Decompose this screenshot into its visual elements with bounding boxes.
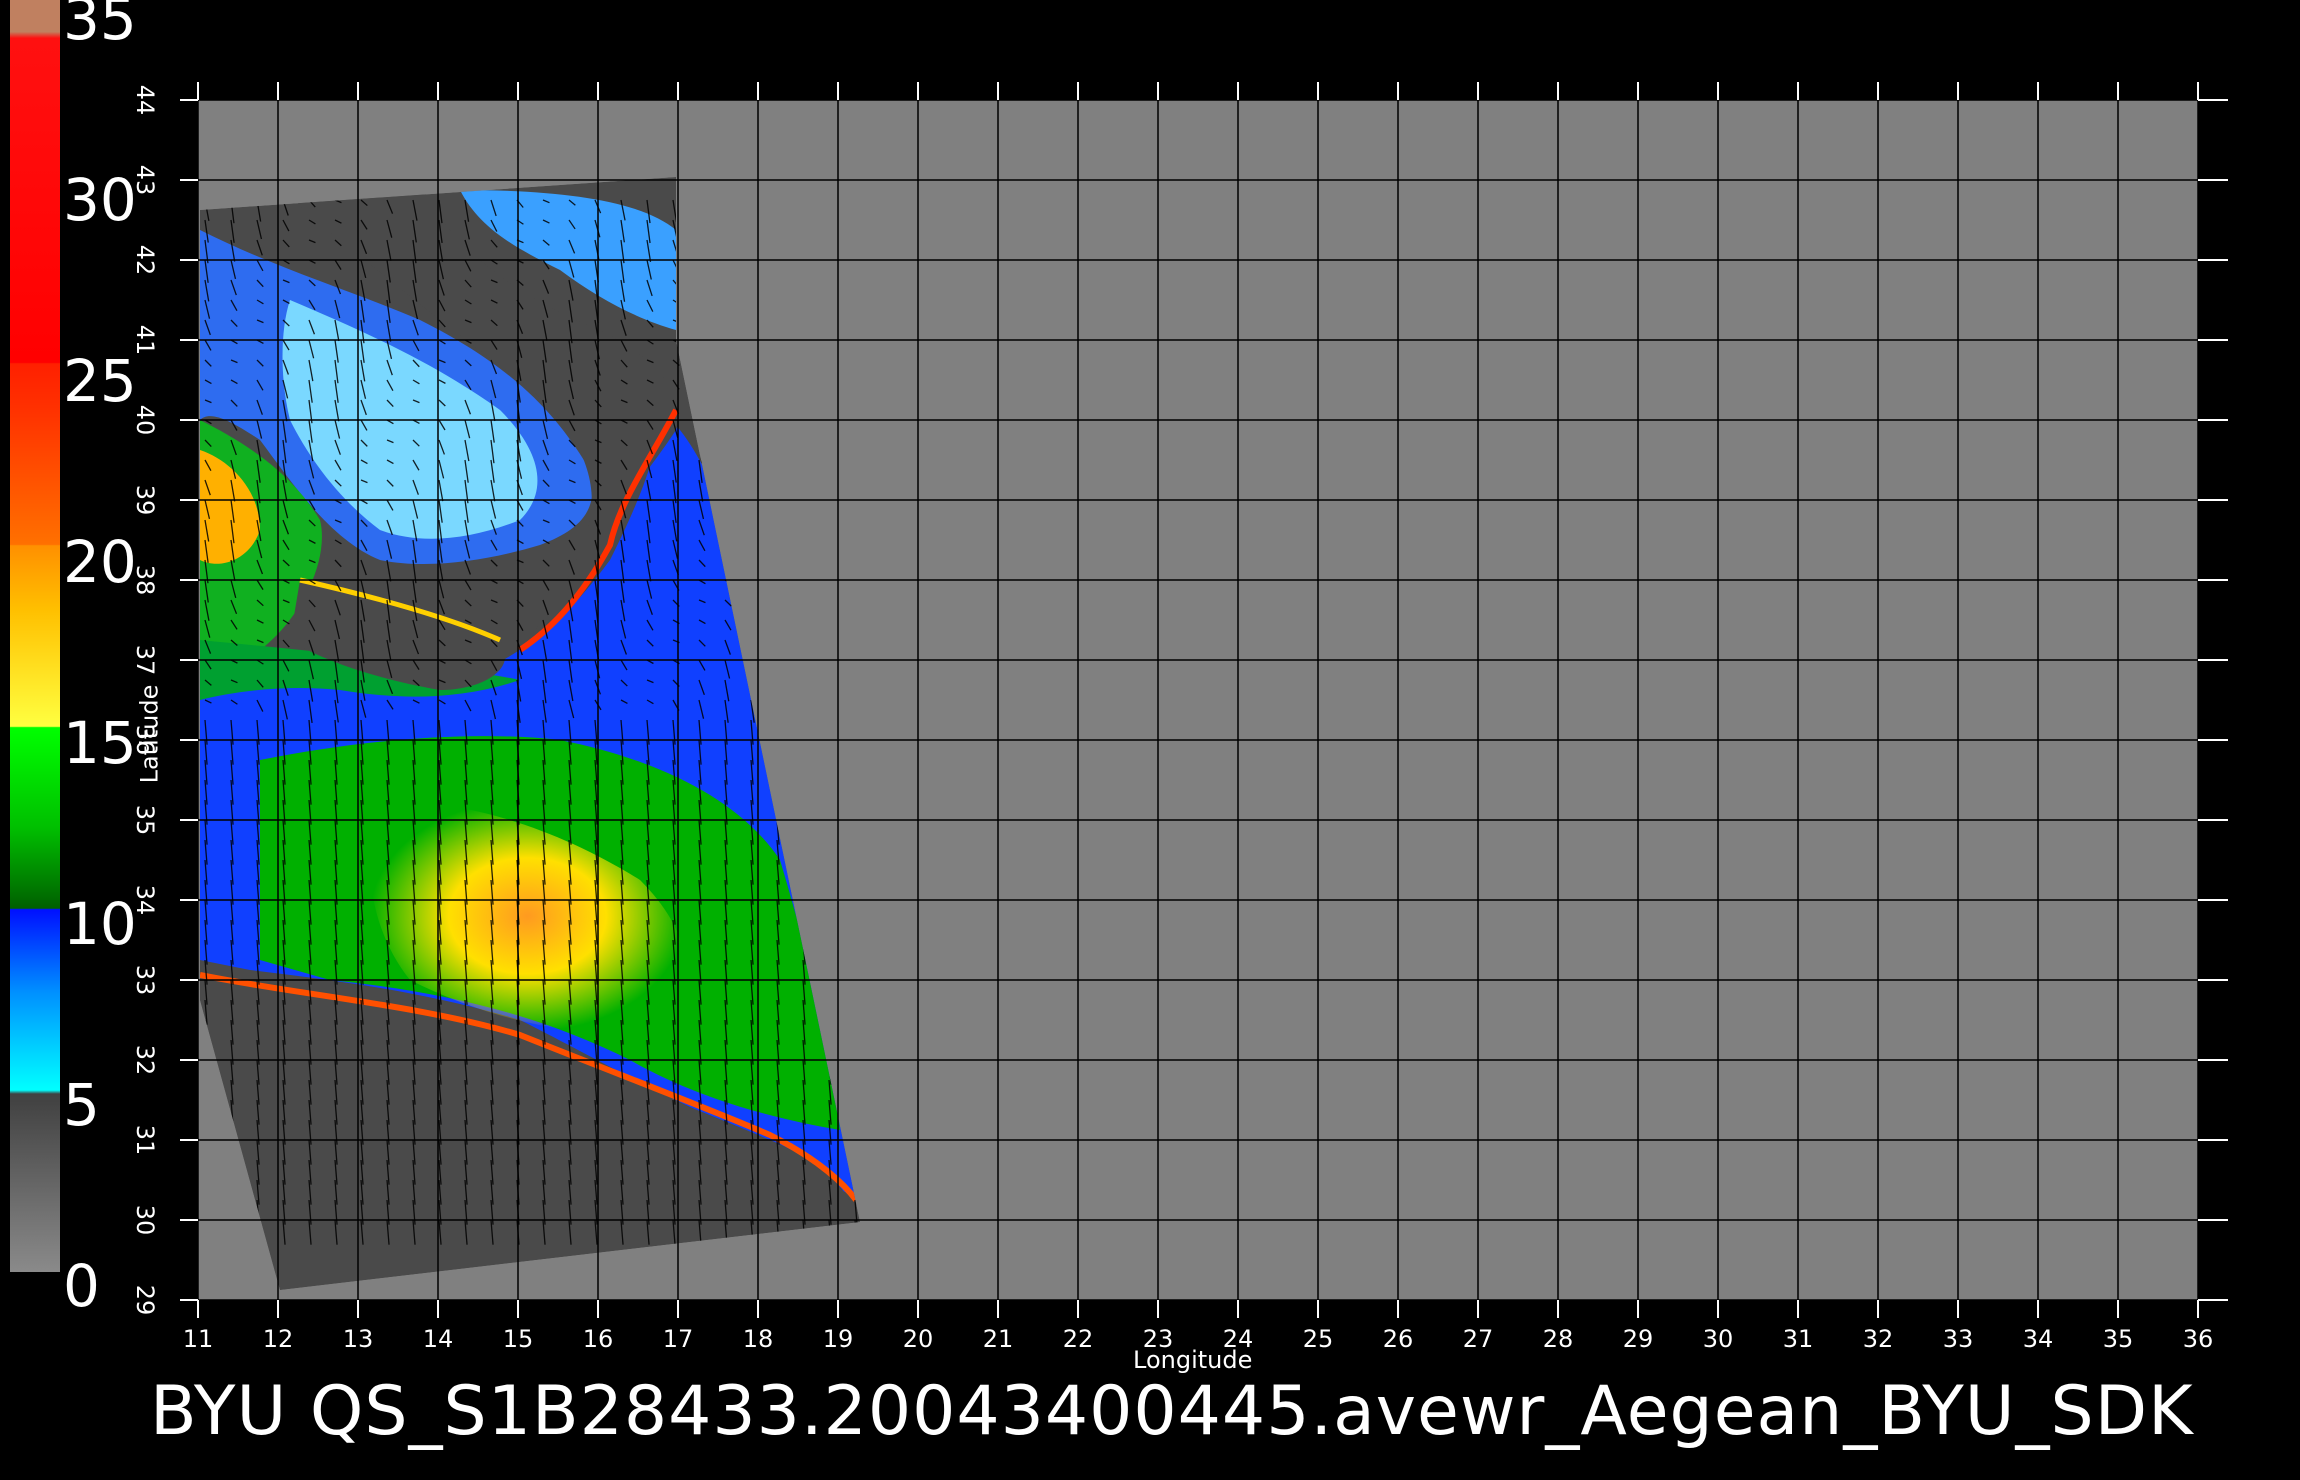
x-tick-label: 19 <box>822 1325 854 1353</box>
y-tick-label: 44 <box>131 84 159 116</box>
x-tick-label: 35 <box>2102 1325 2134 1353</box>
x-tick-label: 20 <box>902 1325 934 1353</box>
y-tick-label: 40 <box>131 404 159 436</box>
y-tick-label: 42 <box>131 244 159 276</box>
x-tick-label: 12 <box>262 1325 294 1353</box>
x-tick-label: 17 <box>662 1325 694 1353</box>
x-tick-label: 29 <box>1622 1325 1654 1353</box>
map-title: BYU QS_S1B28433.20043400445.avewr_Aegean… <box>150 1372 2194 1451</box>
y-tick-label: 33 <box>131 964 159 996</box>
wind-map <box>180 82 2228 1318</box>
x-tick-label: 31 <box>1782 1325 1814 1353</box>
x-tick-label: 16 <box>582 1325 614 1353</box>
x-tick-label: 11 <box>182 1325 214 1353</box>
y-tick-label: 32 <box>131 1044 159 1076</box>
x-tick-label: 14 <box>422 1325 454 1353</box>
x-tick-label: 36 <box>2182 1325 2214 1353</box>
x-tick-label: 32 <box>1862 1325 1894 1353</box>
y-tick-label: 43 <box>131 164 159 196</box>
y-tick-label: 37 <box>131 644 159 676</box>
y-tick-label: 35 <box>131 804 159 836</box>
x-tick-label: 18 <box>742 1325 774 1353</box>
x-tick-label: 33 <box>1942 1325 1974 1353</box>
x-tick-label: 15 <box>502 1325 534 1353</box>
x-tick-label: 26 <box>1382 1325 1414 1353</box>
x-tick-label: 28 <box>1542 1325 1574 1353</box>
y-tick-label: 34 <box>131 884 159 916</box>
y-tick-label: 38 <box>131 564 159 596</box>
x-tick-label: 22 <box>1062 1325 1094 1353</box>
y-tick-label: 29 <box>131 1284 159 1316</box>
y-tick-label: 41 <box>131 324 159 356</box>
y-axis-label: Latitude <box>135 684 164 784</box>
y-tick-label: 30 <box>131 1204 159 1236</box>
x-tick-label: 13 <box>342 1325 374 1353</box>
x-tick-label: 34 <box>2022 1325 2054 1353</box>
x-tick-label: 25 <box>1302 1325 1334 1353</box>
y-tick-label: 39 <box>131 484 159 516</box>
y-tick-label: 31 <box>131 1124 159 1156</box>
x-axis-label: Longitude <box>1133 1346 1253 1374</box>
x-tick-label: 30 <box>1702 1325 1734 1353</box>
x-tick-label: 27 <box>1462 1325 1494 1353</box>
x-tick-label: 21 <box>982 1325 1014 1353</box>
